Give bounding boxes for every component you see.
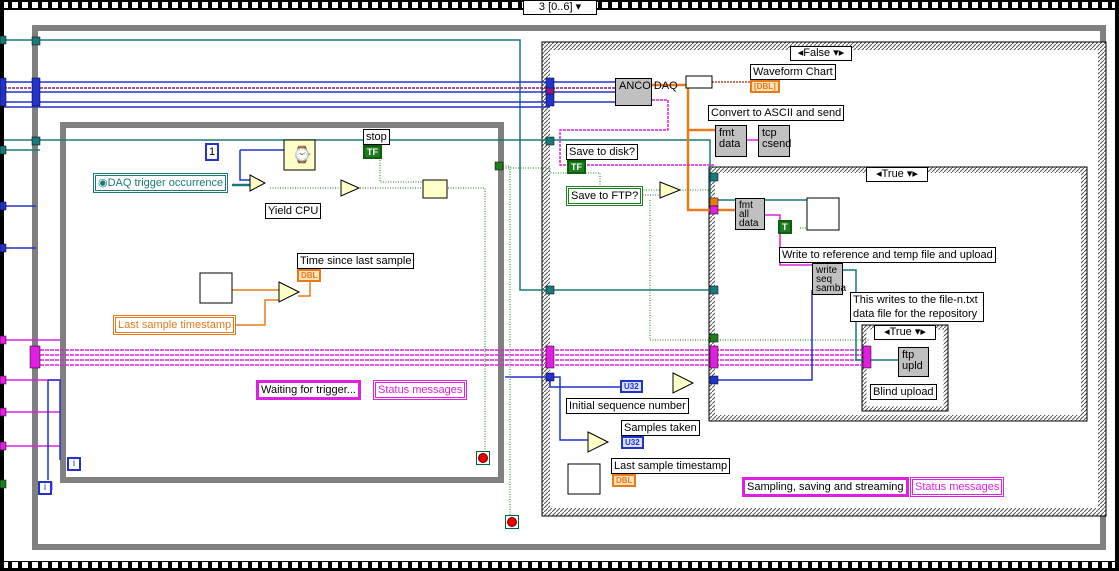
ftp-case-selector-label: True: [889, 326, 912, 338]
tcp-csend-subvi[interactable]: tcp csend: [758, 125, 791, 157]
time-since-last-terminal[interactable]: DBL: [297, 269, 322, 282]
add-icon: [672, 372, 695, 394]
waveform-chart-terminal[interactable]: [DBL]: [750, 80, 780, 93]
fmt-all-data-subvi[interactable]: fmt all data: [735, 198, 765, 230]
watch-icon: ⌚: [292, 147, 312, 164]
inner-case-selector-label: True: [881, 168, 904, 180]
status-messages-right[interactable]: Status messages: [910, 477, 1005, 497]
block-diagram: 3 [0..6] ▾ ◂False ▾▸ ◂True ▾▸ ◂True ▾▸ A…: [0, 0, 1119, 571]
yield-cpu-comment: Yield CPU: [265, 203, 322, 219]
not-icon: [340, 179, 361, 197]
inner-case-selector[interactable]: ◂True ▾▸: [866, 167, 928, 182]
true-constant: T: [778, 220, 792, 234]
samples-taken-label: Samples taken: [621, 420, 700, 436]
build-array-icon: [685, 75, 713, 89]
initial-sequence-label: Initial sequence number: [566, 398, 689, 414]
sequence-frame-bottom: [0, 561, 1119, 571]
time-since-last-label: Time since last sample: [297, 253, 415, 269]
or-ftp-icon: [659, 181, 682, 199]
last-sample-ts-left[interactable]: Last sample timestamp: [113, 315, 237, 335]
last-sample-ts-right-terminal[interactable]: DBL: [612, 474, 637, 487]
initial-sequence-terminal[interactable]: U32: [620, 380, 643, 393]
anco-daq-subvi[interactable]: ANCO DAQ: [615, 78, 678, 106]
ftp-upld-subvi[interactable]: ftp upld: [898, 347, 929, 377]
fmt-data-subvi[interactable]: fmt data: [715, 125, 747, 157]
stop-terminal[interactable]: TF: [363, 145, 382, 159]
last-sample-ts-right-label: Last sample timestamp: [611, 458, 731, 474]
outer-case-selector[interactable]: ◂False ▾▸: [790, 46, 852, 61]
const-one: 1: [205, 143, 220, 161]
or-icon: [422, 179, 448, 199]
save-to-disk-label: Save to disk?: [566, 144, 639, 160]
wait-occurrence-icon: [249, 174, 267, 192]
waiting-message-constant: Waiting for trigger...: [256, 380, 361, 400]
subtract-icon: [278, 281, 301, 303]
outer-loop-stop-condition[interactable]: [505, 515, 519, 529]
samples-taken-terminal[interactable]: U32: [621, 436, 644, 449]
status-messages-left[interactable]: Status messages: [373, 380, 468, 400]
outer-case-selector-label: False: [803, 47, 831, 59]
convert-ascii-label: Convert to ASCII and send: [708, 105, 845, 121]
inner-iteration-terminal: i: [67, 457, 81, 471]
inner-loop-stop-condition[interactable]: [476, 451, 490, 465]
outer-iteration-terminal: i: [38, 481, 52, 495]
write-seq-samba-subvi[interactable]: write seq samba: [812, 263, 846, 295]
ftp-case-selector[interactable]: ◂True ▾▸: [874, 325, 936, 340]
write-file-icon: [806, 197, 840, 231]
write-reference-comment: Write to reference and temp file and upl…: [779, 247, 996, 263]
sequence-selector-label: 3 [0..6]: [538, 1, 573, 13]
save-to-ftp-control[interactable]: Save to FTP?: [566, 186, 644, 206]
increment-icon: [587, 431, 610, 453]
daq-trigger-label: DAQ trigger occurrence: [107, 177, 224, 189]
sequence-selector[interactable]: 3 [0..6] ▾: [523, 0, 597, 15]
file-n-comment: This writes to the file-n.txt data file …: [850, 292, 984, 322]
waveform-chart-label: Waveform Chart: [750, 64, 836, 80]
blind-upload-comment: Blind upload: [870, 384, 937, 400]
stop-label: stop: [363, 129, 390, 145]
stop-icon: [478, 453, 488, 463]
stop-icon: [507, 517, 517, 527]
tick-count-icon: [199, 272, 233, 304]
daq-trigger-occurrence[interactable]: ◉DAQ trigger occurrence: [93, 173, 229, 193]
tick-count-icon-right: [567, 463, 601, 495]
save-to-disk-terminal[interactable]: TF: [567, 160, 586, 174]
sampling-message-constant: Sampling, saving and streaming: [742, 477, 909, 497]
